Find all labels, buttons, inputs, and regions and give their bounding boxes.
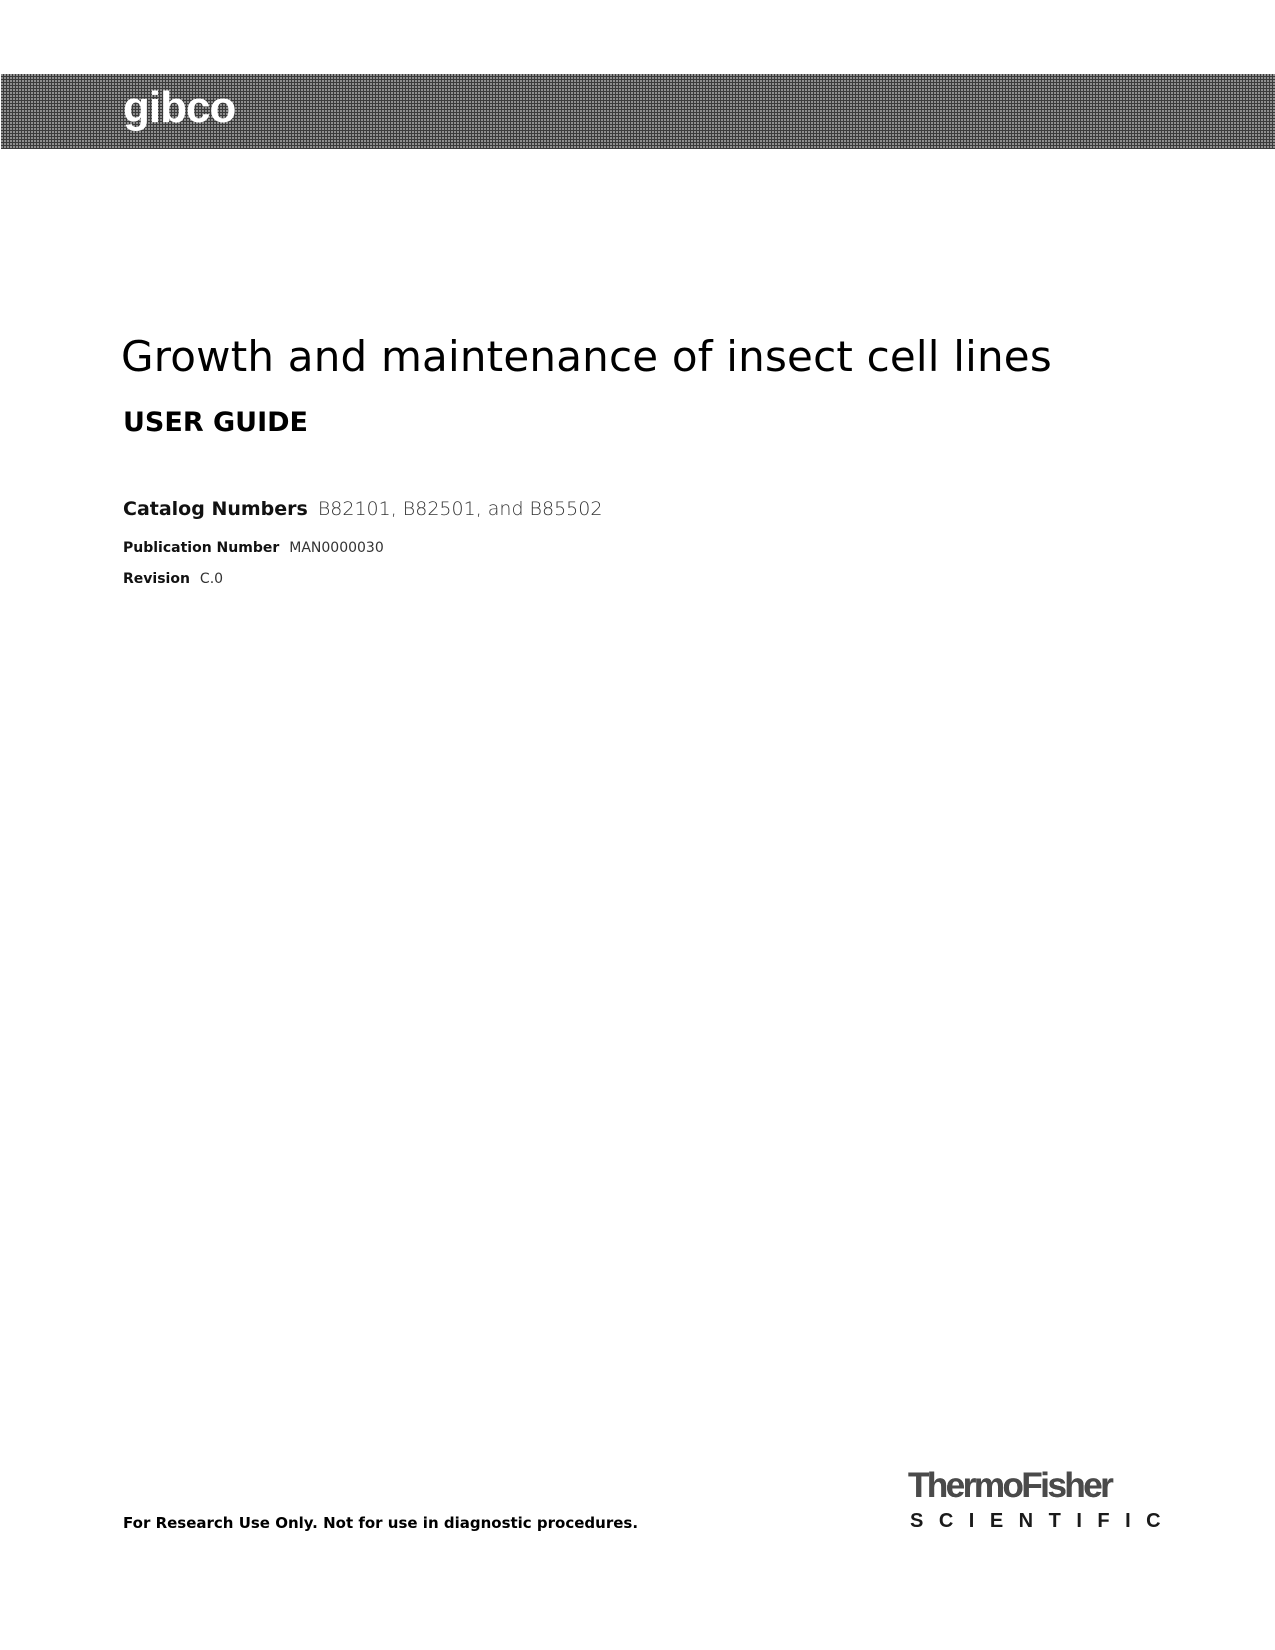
thermofisher-logo-scientific: SCIENTIFIC (910, 1510, 1177, 1532)
publication-number-label: Publication Number (123, 540, 280, 556)
revision-row: Revision C.0 (123, 572, 223, 586)
publication-number-row: Publication Number MAN0000030 (123, 541, 384, 555)
document-title: Growth and maintenance of insect cell li… (121, 332, 1052, 381)
thermofisher-logo-wordmark: ThermoFisher (908, 1466, 1114, 1505)
document-subtitle: USER GUIDE (123, 407, 308, 438)
catalog-numbers-label: Catalog Numbers (123, 498, 308, 520)
research-use-disclaimer: For Research Use Only. Not for use in di… (123, 1514, 639, 1532)
revision-label: Revision (123, 571, 190, 587)
catalog-numbers-row: Catalog Numbers B82101, B82501, and B8550… (123, 500, 602, 519)
publication-number-value: MAN0000030 (289, 540, 384, 556)
gibco-logo: gibco (123, 83, 236, 132)
thermofisher-logo: ThermoFisher SCIENTIFIC (908, 1466, 1161, 1538)
catalog-numbers-value: B82101, B82501, and B85502 (317, 498, 603, 520)
revision-value: C.0 (199, 571, 224, 587)
